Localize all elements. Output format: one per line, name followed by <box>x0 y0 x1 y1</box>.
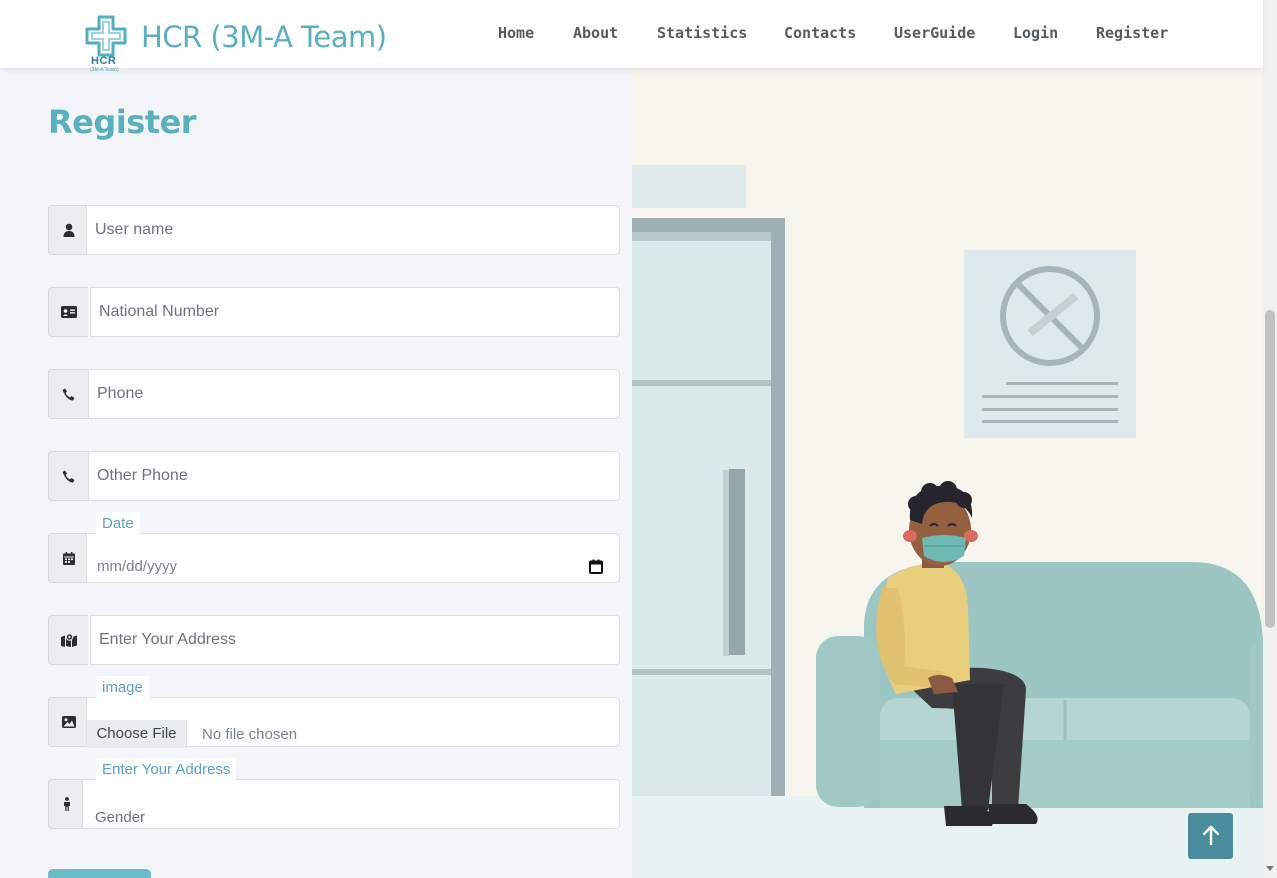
nav-statistics[interactable]: Statistics <box>657 24 747 42</box>
file-status: No file chosen <box>202 726 298 743</box>
scroll-down-arrow-icon[interactable] <box>1266 866 1274 871</box>
page-scrollbar[interactable] <box>1263 0 1277 878</box>
gender-label: Enter Your Address <box>96 758 237 782</box>
image-field: Choose File No file chosen <box>48 697 620 748</box>
calendar-picker-icon[interactable] <box>589 559 603 579</box>
gender-select[interactable]: Gender <box>82 779 620 829</box>
user-icon <box>48 205 88 255</box>
calendar-icon <box>48 533 88 583</box>
nav-contacts[interactable]: Contacts <box>784 24 856 42</box>
phone-field <box>48 369 620 419</box>
back-to-top-button[interactable] <box>1188 813 1233 859</box>
national-number-field <box>48 287 620 337</box>
main-nav: Home About Statistics Contacts UserGuide… <box>0 24 1263 44</box>
nav-login[interactable]: Login <box>1013 24 1058 42</box>
navbar: HCR (3M-A Team) HCR (3M-A Team) Home Abo… <box>0 0 1263 73</box>
scrollbar-thumb[interactable] <box>1265 310 1275 628</box>
date-input[interactable]: mm/dd/yyyy <box>86 533 620 583</box>
phone-input[interactable] <box>88 369 620 419</box>
gender-value: Gender <box>95 809 146 824</box>
id-card-icon <box>48 287 88 337</box>
submit-button[interactable] <box>48 869 151 878</box>
other-phone-field <box>48 451 620 501</box>
nav-register[interactable]: Register <box>1096 24 1168 42</box>
date-label: Date <box>96 512 140 536</box>
username-field <box>48 205 620 255</box>
username-input[interactable] <box>86 205 620 255</box>
phone-icon <box>48 369 88 419</box>
address-field <box>48 615 620 665</box>
page-title: Register <box>48 103 197 141</box>
arrow-up-icon <box>1202 825 1219 845</box>
logo-text: HCR <box>91 55 117 67</box>
national-number-input[interactable] <box>90 287 620 337</box>
image-file-input: Choose File No file chosen <box>86 697 620 748</box>
person-icon <box>48 779 84 829</box>
other-phone-input[interactable] <box>88 451 620 501</box>
date-placeholder: mm/dd/yyyy <box>97 558 178 575</box>
map-icon <box>48 615 88 665</box>
nav-home[interactable]: Home <box>498 24 534 42</box>
image-label: image <box>96 676 149 700</box>
nav-about[interactable]: About <box>573 24 618 42</box>
logo-subtext: (3M-A Team) <box>90 67 119 73</box>
choose-file-button[interactable]: Choose File <box>87 720 187 748</box>
gender-field: Gender <box>48 779 620 829</box>
phone-icon <box>48 451 88 501</box>
nav-userguide[interactable]: UserGuide <box>894 24 975 42</box>
date-field: mm/dd/yyyy <box>48 533 620 583</box>
waiting-room-illustration <box>632 68 1263 878</box>
image-icon <box>48 697 88 747</box>
address-input[interactable] <box>90 615 620 665</box>
